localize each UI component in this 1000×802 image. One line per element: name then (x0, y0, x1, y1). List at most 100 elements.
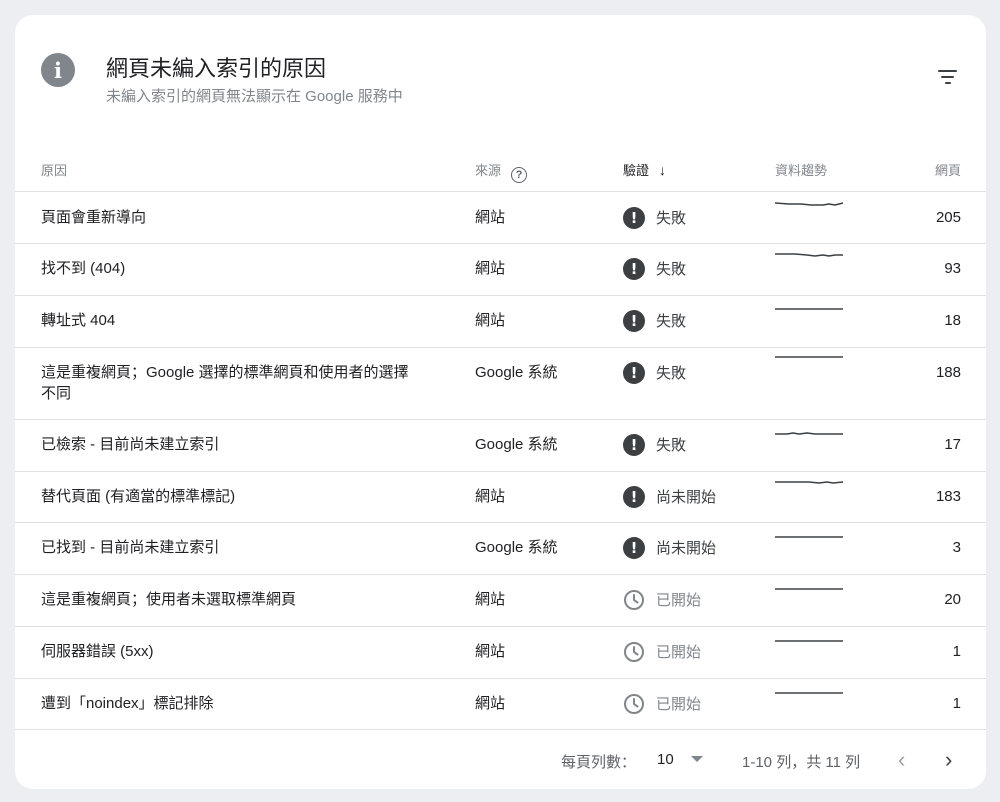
pagination-range: 1-10 列，共 11 列 (742, 754, 861, 771)
status-cell: 已開始 (623, 693, 701, 715)
status-cell: ! 尚未開始 (623, 537, 716, 559)
source-cell: 網站 (475, 209, 506, 226)
table-row[interactable]: 轉址式 404 網站! 失敗 18 (15, 295, 986, 348)
pages-count-cell: 205 (935, 209, 961, 226)
status-cell: ! 失敗 (623, 207, 686, 229)
error-icon: ! (623, 258, 645, 280)
status-label: 尚未開始 (656, 488, 717, 506)
column-header-pages[interactable]: 網頁 (935, 160, 961, 179)
table-row[interactable]: 已檢索 - 目前尚未建立索引 Google 系統 ! 失敗 17 (15, 419, 986, 472)
source-cell: 網站 (475, 643, 506, 660)
source-cell: Google 系統 (475, 364, 558, 381)
error-icon: ! (623, 310, 645, 332)
table-row[interactable]: 替代頁面 (有適當的標準標記) 網站! 尚未開始 183 (15, 471, 986, 523)
column-header-validation-label: 驗證 (623, 163, 650, 178)
pages-count-cell: 93 (944, 260, 961, 277)
status-label: 失敗 (656, 312, 687, 330)
chevron-left-icon[interactable]: ‹ (898, 747, 905, 773)
table-header: 原因 來源? 驗證 ↓ 資料趨勢 網頁 (15, 145, 986, 192)
status-cell: 已開始 (623, 589, 701, 611)
status-cell: ! 尚未開始 (623, 486, 716, 508)
dropdown-caret-icon[interactable] (691, 756, 703, 762)
source-cell: Google 系統 (475, 436, 558, 453)
trend-sparkline (775, 640, 843, 642)
pages-count-cell: 17 (944, 436, 961, 453)
table-row[interactable]: 已找到 - 目前尚未建立索引 Google 系統! 尚未開始 3 (15, 522, 986, 575)
table-footer: 每頁列數： 10 1-10 列，共 11 列 ‹ › (15, 729, 986, 789)
trend-sparkline (775, 356, 843, 358)
pages-count-cell: 3 (952, 539, 961, 556)
page-title: 網頁未編入索引的原因 (106, 56, 327, 81)
reason-cell: 這是重複網頁；使用者未選取標準網頁 (41, 591, 297, 608)
trend-sparkline (775, 692, 843, 694)
table-row[interactable]: 這是重複網頁；Google 選擇的標準網頁和使用者的選擇不同 Google 系統!… (15, 347, 986, 420)
source-cell: 網站 (475, 488, 506, 505)
clock-icon (624, 590, 644, 610)
table-row[interactable]: 頁面會重新導向 網站! 失敗 205 (15, 192, 986, 244)
report-card: i 網頁未編入索引的原因 未編入索引的網頁無法顯示在 Google 服務中 原因… (15, 15, 986, 789)
status-label: 已開始 (656, 591, 702, 609)
chevron-right-icon[interactable]: › (945, 747, 952, 773)
status-label: 尚未開始 (656, 539, 717, 557)
reason-cell: 遭到「noindex」標記排除 (41, 695, 214, 712)
reason-cell: 找不到 (404) (41, 260, 126, 277)
source-cell: 網站 (475, 695, 506, 712)
error-icon: ! (623, 434, 645, 456)
rows-per-page-label: 每頁列數： (561, 754, 637, 771)
column-header-reason[interactable]: 原因 (41, 160, 67, 179)
clock-icon (624, 694, 644, 714)
reason-cell: 頁面會重新導向 (41, 209, 147, 226)
pages-count-cell: 1 (952, 695, 961, 712)
status-label: 失敗 (656, 209, 687, 227)
reason-cell: 這是重複網頁；Google 選擇的標準網頁和使用者的選擇不同 (41, 364, 409, 402)
error-icon: ! (623, 362, 645, 384)
column-header-trend: 資料趨勢 (775, 163, 828, 178)
status-cell: ! 失敗 (623, 434, 686, 456)
rows-per-page-select[interactable]: 10 (657, 751, 674, 768)
column-header-source[interactable]: 來源? (475, 160, 528, 183)
reason-cell: 伺服器錯誤 (5xx) (41, 643, 154, 660)
table-row[interactable]: 伺服器錯誤 (5xx) 網站 已開始 1 (15, 626, 986, 679)
trend-sparkline (775, 202, 844, 206)
pages-count-cell: 1 (952, 643, 961, 660)
status-label: 已開始 (656, 643, 702, 661)
reason-cell: 已檢索 - 目前尚未建立索引 (41, 436, 220, 453)
table-row[interactable]: 這是重複網頁；使用者未選取標準網頁 網站 已開始 20 (15, 574, 986, 627)
reason-cell: 轉址式 404 (41, 312, 116, 329)
filter-icon[interactable] (931, 67, 961, 91)
help-icon[interactable]: ? (511, 167, 528, 183)
source-cell: 網站 (475, 260, 506, 277)
pages-count-cell: 183 (935, 488, 961, 505)
reason-cell: 已找到 - 目前尚未建立索引 (41, 539, 220, 556)
card-header: i 網頁未編入索引的原因 未編入索引的網頁無法顯示在 Google 服務中 (15, 15, 986, 145)
status-cell: 已開始 (623, 641, 701, 663)
status-label: 失敗 (656, 364, 687, 382)
column-header-validation[interactable]: 驗證 ↓ (623, 160, 666, 179)
trend-sparkline (775, 536, 843, 538)
trend-sparkline (775, 588, 843, 590)
reason-cell: 替代頁面 (有適當的標準標記) (41, 488, 236, 505)
status-label: 已開始 (656, 695, 702, 713)
status-cell: ! 失敗 (623, 362, 686, 384)
trend-sparkline (775, 308, 843, 310)
status-label: 失敗 (656, 260, 687, 278)
source-cell: Google 系統 (475, 539, 558, 556)
error-icon: ! (623, 537, 645, 559)
pages-count-cell: 20 (944, 591, 961, 608)
status-cell: ! 失敗 (623, 310, 686, 332)
source-cell: 網站 (475, 312, 506, 329)
table-row[interactable]: 找不到 (404) 網站! 失敗 93 (15, 243, 986, 296)
page-subtitle: 未編入索引的網頁無法顯示在 Google 服務中 (106, 88, 403, 105)
source-cell: 網站 (475, 591, 506, 608)
sort-arrow-down-icon[interactable]: ↓ (659, 162, 666, 178)
info-icon: i (41, 53, 75, 87)
status-cell: ! 失敗 (623, 258, 686, 280)
trend-sparkline (775, 432, 843, 435)
pages-count-cell: 18 (944, 312, 961, 329)
table-row[interactable]: 遭到「noindex」標記排除 網站 已開始 1 (15, 678, 986, 730)
error-icon: ! (623, 207, 645, 229)
trend-sparkline (775, 253, 843, 257)
column-header-source-label: 來源 (475, 163, 502, 178)
clock-icon (624, 642, 644, 662)
error-icon: ! (623, 486, 645, 508)
